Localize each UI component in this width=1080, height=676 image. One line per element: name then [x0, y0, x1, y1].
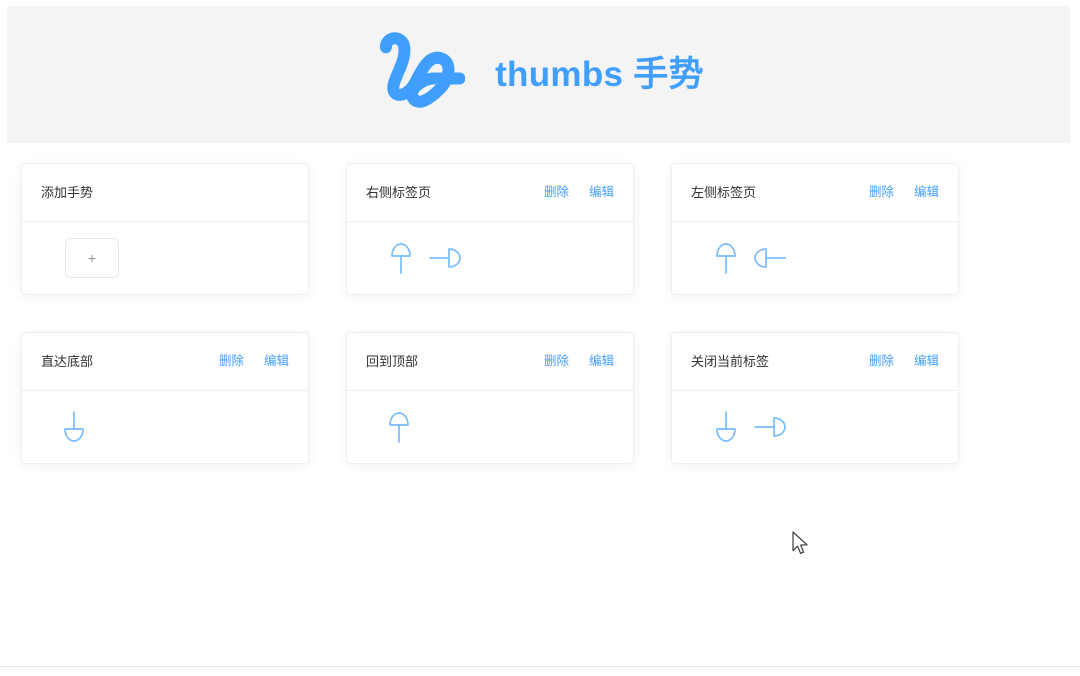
arrow-up-icon: [389, 412, 409, 443]
edit-button[interactable]: 编辑: [589, 186, 614, 199]
brand-name-en: thumbs: [495, 55, 624, 94]
arrow-down-icon: [716, 411, 736, 442]
arrow-up-icon: [716, 243, 736, 274]
card-back-top: 回到顶部 删除 编辑: [346, 332, 634, 464]
card-title: 关闭当前标签: [691, 354, 770, 369]
card-title: 左侧标签页: [691, 185, 757, 200]
gesture-sequence: [386, 241, 464, 275]
card-actions: 删除 编辑: [544, 186, 614, 199]
arrow-up-icon: [391, 243, 411, 274]
card-actions: 删除 编辑: [219, 355, 289, 368]
arrow-right-icon: [429, 248, 461, 268]
card-body: [672, 222, 958, 294]
add-gesture-button[interactable]: +: [65, 238, 119, 278]
edit-button[interactable]: 编辑: [264, 355, 289, 368]
card-title: 添加手势: [41, 185, 94, 200]
arrow-down-icon: [64, 411, 84, 442]
app-header: thumbs 手势: [7, 6, 1070, 143]
card-header: 添加手势: [22, 164, 308, 222]
card-title: 右侧标签页: [366, 185, 432, 200]
card-go-bottom: 直达底部 删除 编辑: [21, 332, 309, 464]
card-left-tab: 左侧标签页 删除 编辑: [671, 163, 959, 295]
card-close-tab: 关闭当前标签 删除 编辑: [671, 332, 959, 464]
card-body: [22, 391, 308, 463]
card-title: 直达底部: [41, 354, 94, 369]
arrow-left-icon: [754, 248, 786, 268]
card-header: 关闭当前标签 删除 编辑: [672, 333, 958, 391]
card-header: 回到顶部 删除 编辑: [347, 333, 633, 391]
arrow-right-icon: [754, 417, 786, 437]
app-page: thumbs 手势 添加手势 + 右侧标签页 删除 编辑 左侧标签页 删除 编辑…: [0, 0, 1080, 676]
card-body: [347, 391, 633, 463]
delete-button[interactable]: 删除: [869, 186, 894, 199]
card-actions: 删除 编辑: [544, 355, 614, 368]
brand-name-cn: 手势: [633, 55, 704, 94]
page-bottom-divider: [0, 666, 1080, 667]
mouse-cursor: [792, 531, 808, 554]
card-actions: 删除 编辑: [869, 186, 939, 199]
page-title: thumbs 手势: [495, 57, 704, 92]
gesture-sequence: [59, 410, 89, 444]
gesture-sequence: [711, 241, 789, 275]
delete-button[interactable]: 删除: [869, 355, 894, 368]
edit-button[interactable]: 编辑: [589, 355, 614, 368]
card-title: 回到顶部: [366, 354, 419, 369]
gesture-card-grid: 添加手势 + 右侧标签页 删除 编辑 左侧标签页 删除 编辑 直达底部 删除 编…: [21, 163, 1059, 464]
card-actions: 删除 编辑: [869, 355, 939, 368]
edit-button[interactable]: 编辑: [914, 355, 939, 368]
delete-button[interactable]: 删除: [219, 355, 244, 368]
card-header: 右侧标签页 删除 编辑: [347, 164, 633, 222]
card-add-gesture: 添加手势 +: [21, 163, 309, 295]
delete-button[interactable]: 删除: [544, 186, 569, 199]
delete-button[interactable]: 删除: [544, 355, 569, 368]
card-body: +: [22, 222, 308, 294]
gesture-sequence: [711, 410, 789, 444]
card-header: 左侧标签页 删除 编辑: [672, 164, 958, 222]
gesture-sequence: [384, 410, 414, 444]
card-body: [347, 222, 633, 294]
edit-button[interactable]: 编辑: [914, 186, 939, 199]
gesture-squiggle-logo-icon: [379, 31, 466, 108]
card-header: 直达底部 删除 编辑: [22, 333, 308, 391]
card-right-tab: 右侧标签页 删除 编辑: [346, 163, 634, 295]
card-body: [672, 391, 958, 463]
